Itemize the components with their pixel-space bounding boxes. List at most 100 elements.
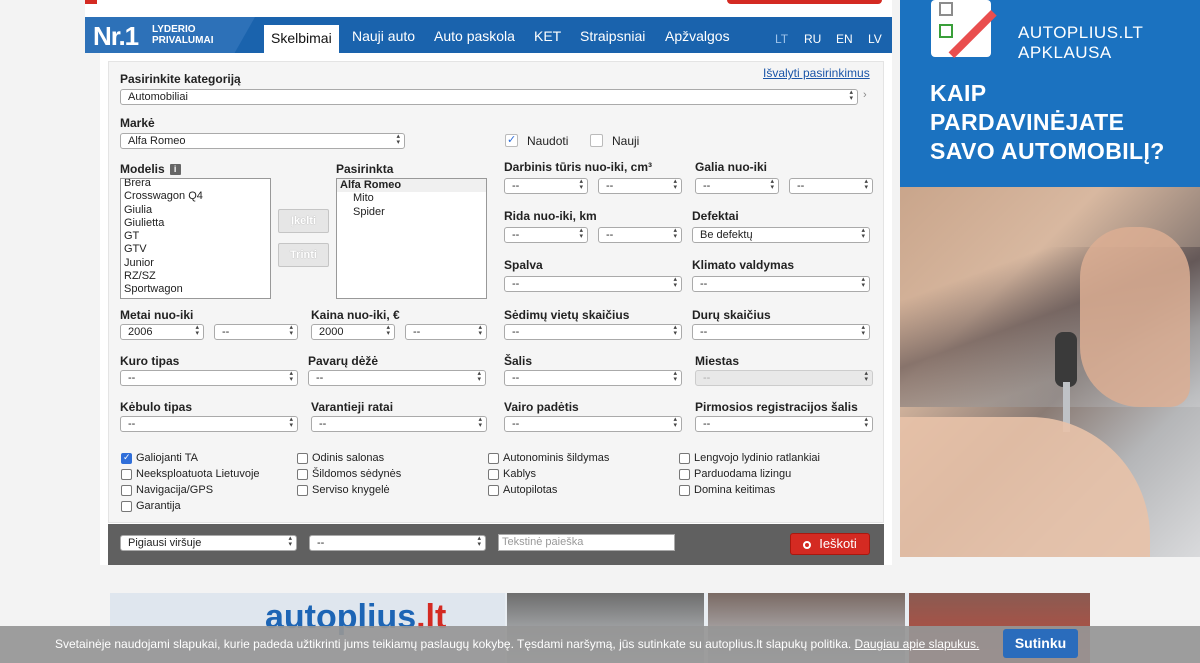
list-item[interactable]: Spider [337, 206, 486, 219]
secondary-select[interactable]: -- [309, 535, 486, 551]
body-select[interactable]: -- [120, 416, 298, 432]
climate-select[interactable]: -- [692, 276, 870, 292]
drive-label: Varantieji ratai [311, 400, 394, 414]
doors-select[interactable]: -- [692, 324, 870, 340]
checkbox-label: Odinis salonas [312, 452, 385, 464]
mileage-from-select[interactable]: -- [504, 227, 588, 243]
list-item[interactable]: Giulia [121, 204, 270, 217]
nav-tab-apzvalgos[interactable]: Apžvalgos [665, 17, 730, 53]
power-to-select[interactable]: -- [789, 178, 873, 194]
checkbox-autopilotas[interactable] [488, 485, 499, 496]
sort-select[interactable]: Pigiausi viršuje [120, 535, 297, 551]
year-to-select[interactable]: -- [214, 324, 298, 340]
steering-select[interactable]: -- [504, 416, 682, 432]
selection-listbox[interactable]: Alfa Romeo Mito Spider [336, 178, 487, 299]
category-select[interactable]: Automobiliai [120, 89, 858, 105]
list-item[interactable]: RZ/SZ [121, 270, 270, 283]
chevron-right-icon: › [863, 89, 867, 101]
selection-group[interactable]: Alfa Romeo [337, 179, 486, 193]
checkbox-label: Navigacija/GPS [136, 484, 214, 496]
text-search-input[interactable]: Tekstinė paieška [498, 534, 675, 551]
checkbox-serviso-knygele[interactable] [297, 485, 308, 496]
fuel-label: Kuro tipas [120, 354, 180, 368]
search-button[interactable]: Ieškoti [790, 533, 870, 555]
fuel-select[interactable]: -- [120, 370, 298, 386]
engine-from-select[interactable]: -- [504, 178, 588, 194]
logo-fragment [85, 0, 97, 4]
insert-button[interactable]: Įkelti [278, 209, 329, 233]
list-item[interactable]: Junior [121, 257, 270, 270]
car-key-image [1055, 332, 1077, 387]
steering-label: Vairo padėtis [504, 400, 579, 414]
color-select[interactable]: -- [504, 276, 682, 292]
price-label: Kaina nuo-iki, € [311, 308, 400, 322]
top-button-fragment[interactable] [727, 0, 882, 4]
price-to-select[interactable]: -- [405, 324, 487, 340]
checkbox-autonominis-sildymas[interactable] [488, 453, 499, 464]
nav-tab-ket[interactable]: KET [534, 17, 561, 53]
climate-label: Klimato valdymas [692, 258, 795, 272]
seats-select[interactable]: -- [504, 324, 682, 340]
defects-select[interactable]: Be defektų [692, 227, 870, 243]
model-listbox[interactable]: Brera Crosswagon Q4 Giulia Giulietta GT … [120, 178, 271, 299]
delete-button[interactable]: Trinti [278, 243, 329, 267]
defects-label: Defektai [692, 209, 739, 223]
engine-to-select[interactable]: -- [598, 178, 682, 194]
checkbox-lengvojo-lydinio[interactable] [679, 453, 690, 464]
info-icon[interactable]: i [169, 164, 181, 176]
nav-tab-nauji-auto[interactable]: Nauji auto [352, 17, 415, 53]
list-item[interactable]: Giulietta [121, 217, 270, 230]
checkbox-domina-keitimas[interactable] [679, 485, 690, 496]
mileage-to-select[interactable]: -- [598, 227, 682, 243]
reg-country-select[interactable]: -- [695, 416, 873, 432]
power-from-select[interactable]: -- [695, 178, 779, 194]
checkbox-kablys[interactable] [488, 469, 499, 480]
nr1-logo[interactable]: Nr.1 LYDERIO PRIVALUMAI [85, 17, 255, 53]
lang-ru[interactable]: RU [804, 17, 821, 53]
drive-select[interactable]: -- [311, 416, 487, 432]
list-item[interactable]: Mito [337, 192, 486, 205]
lang-lv[interactable]: LV [868, 17, 882, 53]
lang-lt[interactable]: LT [775, 17, 788, 53]
checkbox-galiojanti-ta[interactable] [121, 452, 132, 464]
list-item[interactable]: GT [121, 230, 270, 243]
checkbox-label: Šildomos sėdynės [312, 468, 402, 480]
ad-photo [900, 187, 1200, 557]
city-select[interactable]: -- [695, 370, 873, 386]
seats-label: Sėdimų vietų skaičius [504, 308, 630, 322]
make-select[interactable]: Alfa Romeo [120, 133, 405, 149]
body-label: Kėbulo tipas [120, 400, 193, 414]
cookie-accept-button[interactable]: Sutinku [1003, 629, 1078, 658]
list-item[interactable]: Crosswagon Q4 [121, 190, 270, 203]
city-label: Miestas [695, 354, 740, 368]
top-strip [85, 0, 892, 17]
checkbox-neeksploatuota[interactable] [121, 469, 132, 480]
clear-selection-link[interactable]: Išvalyti pasirinkimus [763, 66, 870, 80]
checkbox-odinis-salonas[interactable] [297, 453, 308, 464]
reg-country-label: Pirmosios registracijos šalis [695, 400, 858, 414]
checkbox-garantija[interactable] [121, 501, 132, 512]
nav-tab-auto-paskola[interactable]: Auto paskola [434, 17, 515, 53]
checklist-icon [931, 0, 997, 59]
search-panel: Pasirinkite kategoriją Išvalyti pasirink… [100, 53, 892, 565]
nav-tab-skelbimai[interactable]: Skelbimai [264, 25, 339, 53]
nav-tab-straipsniai[interactable]: Straipsniai [580, 17, 645, 53]
used-checkbox[interactable] [505, 133, 518, 147]
lang-en[interactable]: EN [836, 17, 853, 53]
list-item[interactable]: Sportwagon [121, 283, 270, 296]
list-item[interactable]: GTV [121, 243, 270, 256]
checkbox-navigacija[interactable] [121, 485, 132, 496]
checkbox-sildomos-sedynes[interactable] [297, 469, 308, 480]
main-nav: Nr.1 LYDERIO PRIVALUMAI Skelbimai Nauji … [85, 17, 892, 53]
engine-label: Darbinis tūris nuo-iki, cm³ [504, 160, 653, 174]
used-label: Naudoti [527, 134, 569, 148]
price-from-select[interactable]: 2000 [311, 324, 395, 340]
year-from-select[interactable]: 2006 [120, 324, 204, 340]
gearbox-select[interactable]: -- [308, 370, 486, 386]
new-checkbox[interactable] [590, 134, 603, 147]
country-select[interactable]: -- [504, 370, 682, 386]
list-item[interactable]: Brera [121, 179, 270, 190]
survey-ad[interactable]: AUTOPLIUS.LT APKLAUSA KAIP PARDAVINĖJATE… [900, 0, 1200, 557]
cookie-more-link[interactable]: Daugiau apie slapukus. [855, 637, 980, 651]
checkbox-lizingu[interactable] [679, 469, 690, 480]
